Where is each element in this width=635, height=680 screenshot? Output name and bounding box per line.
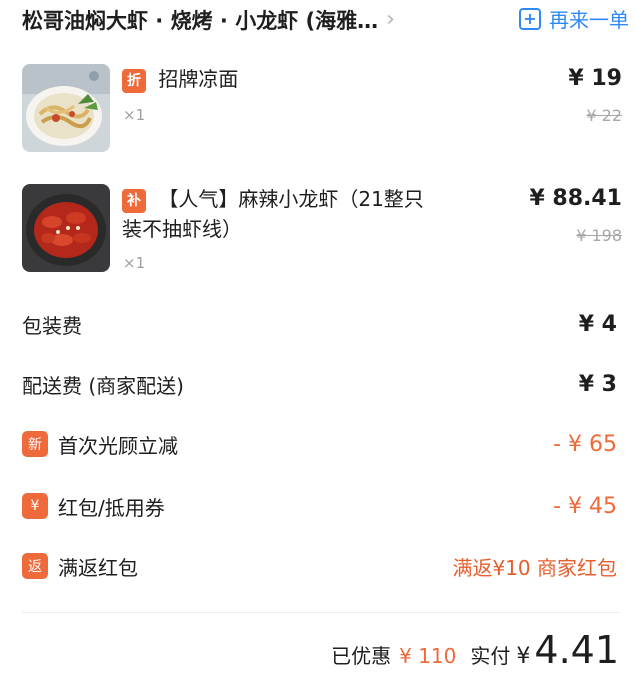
paid-currency: ¥ xyxy=(516,644,531,669)
divider xyxy=(22,612,620,613)
order-item[interactable]: 补 【人气】麻辣小龙虾（21整只 装不抽虾线） ×1 ¥ 88.41 ¥ 198 xyxy=(22,184,622,276)
delivery-fee-label: 配送费 (商家配送) xyxy=(22,373,184,398)
coupon-row[interactable]: ¥ 红包/抵用券 - ¥ 45 xyxy=(22,490,617,522)
packing-fee-label: 包装费 xyxy=(22,313,82,338)
rebate-row: 返 满返红包 满返¥10 商家红包 xyxy=(22,550,617,582)
coupon-label: 红包/抵用券 xyxy=(58,495,165,520)
order-summary: 已优惠 ¥ 110 实付 ¥ 4.41 xyxy=(331,628,619,672)
item-price: ¥ 88.41 xyxy=(529,186,622,211)
item-original-price: ¥ 22 xyxy=(586,106,622,125)
delivery-fee-value: ¥ 3 xyxy=(578,371,617,397)
reorder-label: 再来一单 xyxy=(549,8,629,32)
new-customer-icon: 新 xyxy=(22,431,48,457)
rebate-icon: 返 xyxy=(22,553,48,579)
packing-fee-value: ¥ 4 xyxy=(578,311,617,337)
saved-amount: ¥ 110 xyxy=(399,644,457,668)
item-quantity: ×1 xyxy=(123,106,146,124)
first-order-discount-label: 首次光顾立减 xyxy=(58,433,178,458)
item-quantity: ×1 xyxy=(123,254,146,272)
reorder-button[interactable]: + 再来一单 xyxy=(519,4,629,33)
item-name-line2: 装不抽虾线） xyxy=(122,217,242,241)
first-order-discount-value: - ¥ 65 xyxy=(553,431,617,457)
paid-label: 实付 xyxy=(470,644,511,668)
order-item[interactable]: 折 招牌凉面 ×1 ¥ 19 ¥ 22 xyxy=(22,64,622,156)
subsidy-tag: 补 xyxy=(122,188,146,213)
item-original-price: ¥ 198 xyxy=(576,226,622,245)
saved-label: 已优惠 xyxy=(331,644,392,668)
first-order-discount-row: 新 首次光顾立减 - ¥ 65 xyxy=(22,428,617,460)
chevron-right-icon[interactable]: › xyxy=(386,9,395,31)
rebate-value: 满返¥10 商家红包 xyxy=(452,555,617,580)
item-image-cold-noodles[interactable] xyxy=(22,64,110,152)
plus-square-icon: + xyxy=(519,7,541,30)
item-price: ¥ 19 xyxy=(568,66,622,91)
coupon-icon: ¥ xyxy=(22,493,48,519)
delivery-fee-row: 配送费 (商家配送) ¥ 3 xyxy=(22,368,617,400)
rebate-label: 满返红包 xyxy=(58,555,138,580)
packing-fee-row: 包装费 ¥ 4 xyxy=(22,308,617,340)
discount-tag: 折 xyxy=(122,68,146,93)
item-name: 招牌凉面 xyxy=(158,67,239,91)
shop-name[interactable]: 松哥油焖大虾 · 烧烤 · 小龙虾 (海雅… xyxy=(22,5,378,35)
item-image-crayfish[interactable] xyxy=(22,184,110,272)
paid-amount: 4.41 xyxy=(534,628,619,672)
item-name: 【人气】麻辣小龙虾（21整只 xyxy=(158,187,424,211)
coupon-value: - ¥ 45 xyxy=(553,493,617,519)
